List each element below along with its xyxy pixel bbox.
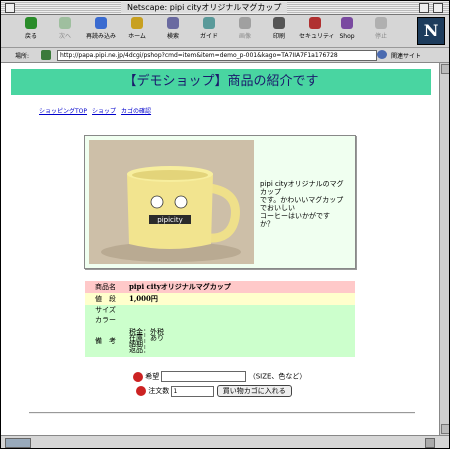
back-icon	[25, 17, 37, 29]
page-content: 【デモショップ】商品の紹介です ショッピングTOP ショップ カゴの確認 pipic…	[1, 63, 439, 435]
navigation-toolbar: 戻る 次へ 再読み込み ホーム 検索 ガイド 画像 印刷 セキュリティ Shop…	[1, 15, 449, 48]
spec-value-size-color	[126, 305, 355, 325]
spec-label: 値 段	[85, 293, 126, 305]
product-box: pipicity pipi cityオリジナルのマグ カップ です。かわいいマグ…	[84, 135, 356, 269]
reload-button[interactable]: 再読み込み	[85, 17, 117, 45]
back-label: 戻る	[24, 33, 37, 40]
related-sites-button[interactable]: 関連サイト	[391, 51, 421, 60]
shop-nav: ショッピングTOP ショップ カゴの確認	[39, 106, 156, 115]
page-banner: 【デモショップ】商品の紹介です	[11, 69, 431, 95]
description-line: コーヒーはいかがです	[260, 212, 330, 220]
nav-link-shop[interactable]: ショップ	[92, 108, 116, 115]
product-photo: pipicity	[89, 140, 254, 264]
security-button[interactable]: セキュリティ	[299, 17, 335, 45]
title-bar[interactable]: Netscape: pipi cityオリジナルマグカップ	[1, 1, 449, 15]
color-label: カラー	[95, 316, 116, 324]
home-button[interactable]: ホーム	[121, 17, 153, 45]
search-icon	[167, 17, 179, 29]
images-icon	[239, 17, 251, 29]
horizontal-rule	[29, 412, 415, 414]
grow-box[interactable]	[425, 438, 435, 448]
bullet-icon	[136, 386, 146, 396]
related-sites-icon	[377, 50, 387, 59]
search-label: 検索	[166, 33, 179, 40]
nav-link-shopping-top[interactable]: ショッピングTOP	[39, 108, 87, 115]
size-label: サイズ	[95, 306, 116, 314]
quantity-label: 注文数	[148, 387, 170, 395]
stop-icon	[375, 17, 387, 29]
netscape-logo[interactable]: N	[417, 17, 445, 45]
guide-label: ガイド	[199, 33, 218, 40]
spec-value-name: pipi cityオリジナルマグカップ	[126, 281, 355, 293]
images-button[interactable]: 画像	[229, 17, 261, 45]
quantity-row: 注文数 1 買い物カゴに入れる	[136, 385, 292, 397]
location-label: 場所:	[15, 53, 30, 60]
url-field[interactable]: http://papa.pipi.ne.jp/4dcgi/pshop?cmd=i…	[57, 50, 377, 61]
status-bar	[1, 435, 449, 448]
request-label: 希望	[145, 372, 160, 381]
stop-label: 停止	[374, 33, 387, 40]
home-label: ホーム	[128, 33, 146, 40]
back-button[interactable]: 戻る	[15, 17, 47, 45]
browser-window: Netscape: pipi cityオリジナルマグカップ 戻る 次へ 再読み込…	[0, 0, 450, 449]
description-line: か？	[260, 220, 274, 228]
window-title: Netscape: pipi cityオリジナルマグカップ	[121, 2, 288, 13]
spec-row-notes: 備 考 税金：外税 在庫：あり 納期： 返品：	[85, 325, 355, 357]
spec-label: 商品名	[85, 281, 126, 293]
close-box[interactable]	[5, 3, 15, 13]
guide-button[interactable]: ガイド	[193, 17, 225, 45]
product-spec-table: 商品名 pipi cityオリジナルマグカップ 値 段 1,000円 サイズカラ…	[85, 281, 355, 357]
description-line: pipi cityオリジナルのマグ	[260, 180, 344, 188]
print-icon	[273, 17, 285, 29]
collapse-box[interactable]	[433, 3, 443, 13]
location-bar: 場所: http://papa.pipi.ne.jp/4dcgi/pshop?c…	[1, 48, 449, 63]
scroll-up-arrow[interactable]	[441, 64, 449, 74]
spec-row-price: 値 段 1,000円	[85, 293, 355, 305]
mug-image: pipicity	[89, 140, 254, 264]
quantity-input[interactable]: 1	[171, 385, 215, 397]
add-to-cart-button[interactable]: 買い物カゴに入れる	[216, 385, 292, 397]
scroll-down-arrow[interactable]	[441, 424, 449, 434]
forward-label: 次へ	[58, 33, 71, 40]
nav-link-cart-check[interactable]: カゴの確認	[121, 108, 151, 115]
vertical-scrollbar[interactable]	[439, 63, 449, 435]
security-label: セキュリティ	[299, 33, 335, 40]
guide-icon	[203, 17, 215, 29]
stop-button[interactable]: 停止	[365, 17, 397, 45]
reload-label: 再読み込み	[85, 33, 116, 40]
spec-label: 備 考	[85, 325, 126, 357]
lock-icon	[309, 17, 321, 29]
print-button[interactable]: 印刷	[263, 17, 295, 45]
description-line: です。かわいいマグカップ	[260, 196, 344, 204]
search-button[interactable]: 検索	[157, 17, 189, 45]
product-description: pipi cityオリジナルのマグ カップ です。かわいいマグカップ でおいしい…	[260, 180, 348, 228]
zoom-box[interactable]	[419, 3, 429, 13]
spec-row-size-color: サイズ カラー	[85, 305, 355, 325]
spec-row-name: 商品名 pipi cityオリジナルマグカップ	[85, 281, 355, 293]
page-proxy-icon[interactable]	[41, 50, 51, 60]
status-icon	[5, 438, 31, 448]
forward-icon	[59, 17, 71, 29]
reload-icon	[95, 17, 107, 29]
request-row: 希望 （SIZE、色など）	[133, 371, 306, 382]
request-input[interactable]	[161, 371, 247, 382]
images-label: 画像	[238, 33, 251, 40]
home-icon	[131, 17, 143, 29]
description-line: カップ	[260, 188, 281, 196]
shop-button[interactable]: Shop	[331, 17, 363, 45]
shop-icon	[341, 17, 353, 29]
request-hint: （SIZE、色など）	[248, 372, 307, 381]
shop-label: Shop	[339, 33, 355, 40]
spec-label: サイズ カラー	[85, 305, 126, 325]
note-line: 返品：	[129, 346, 150, 354]
mug-print-text: pipicity	[157, 216, 182, 224]
bullet-icon	[133, 371, 143, 382]
spec-value-notes: 税金：外税 在庫：あり 納期： 返品：	[126, 325, 355, 357]
description-line: でおいしい	[260, 204, 295, 212]
spec-value-price: 1,000円	[126, 293, 355, 305]
print-label: 印刷	[272, 33, 285, 40]
forward-button[interactable]: 次へ	[49, 17, 81, 45]
